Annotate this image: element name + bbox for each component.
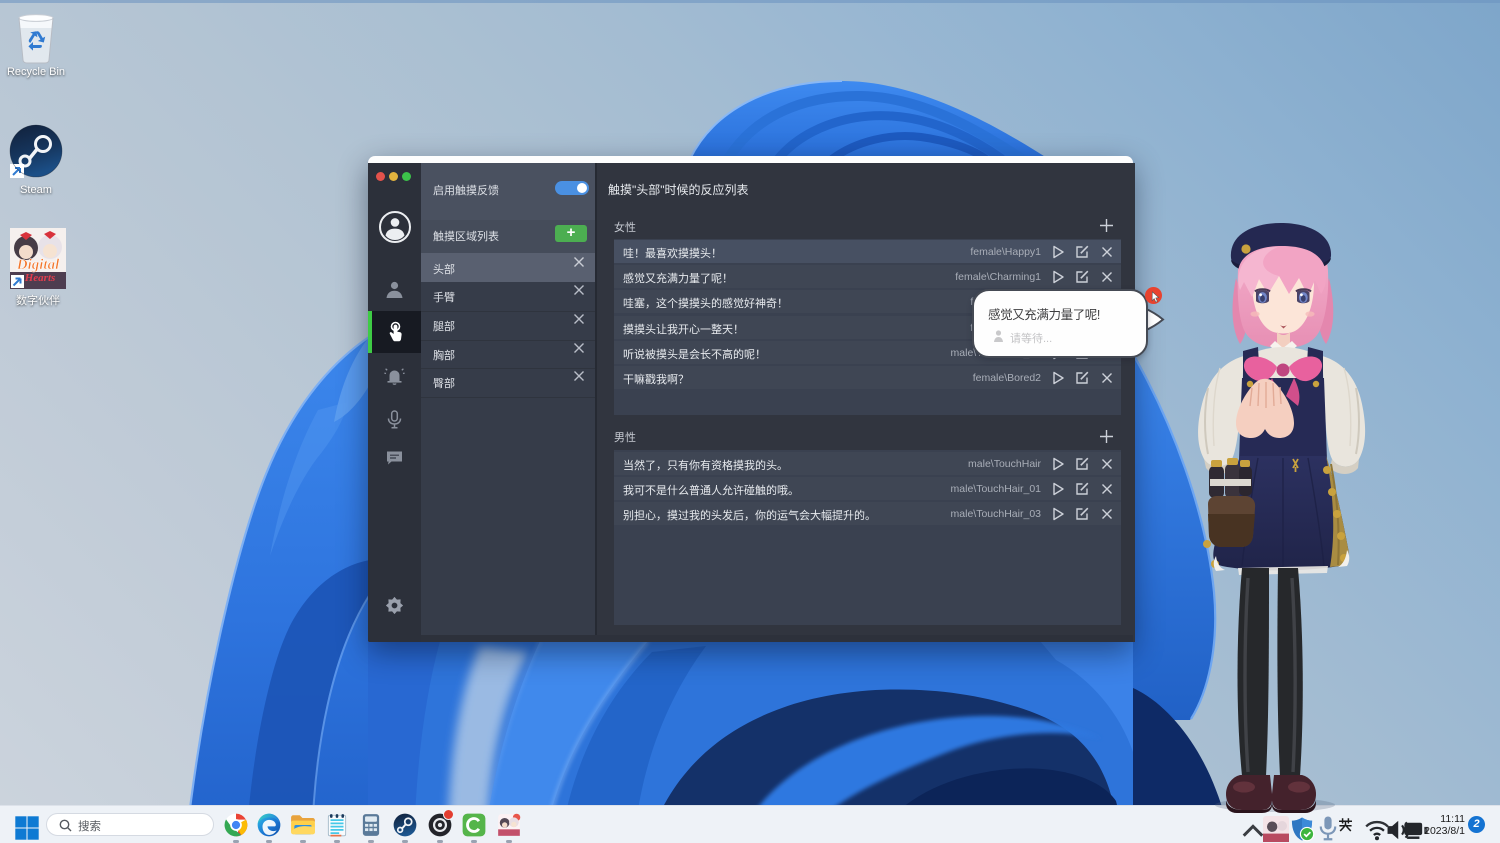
svg-text:Digital: Digital — [16, 257, 60, 273]
svg-text:Hearts: Hearts — [24, 272, 56, 284]
